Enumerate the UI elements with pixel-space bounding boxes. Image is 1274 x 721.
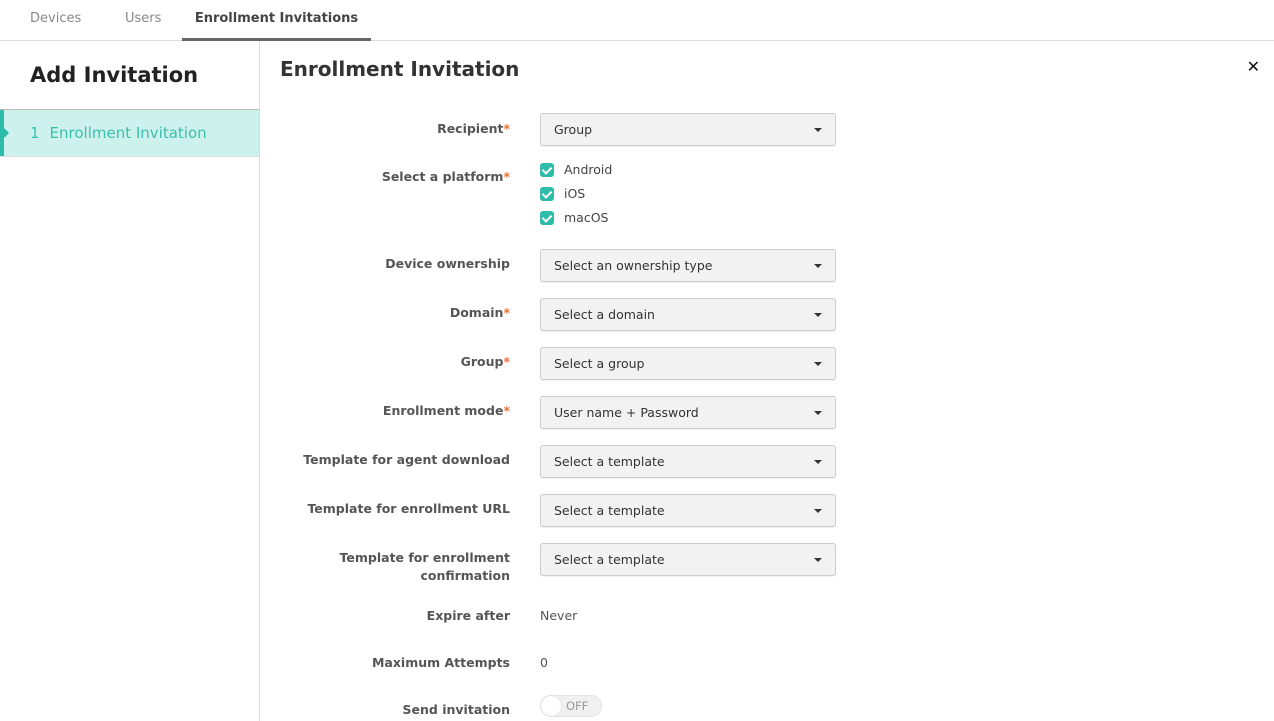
chevron-down-icon bbox=[814, 362, 822, 366]
close-icon[interactable]: ✕ bbox=[1247, 57, 1260, 76]
recipient-value: Group bbox=[554, 122, 593, 137]
domain-label: Domain* bbox=[449, 305, 510, 320]
chevron-down-icon bbox=[814, 313, 822, 317]
expire-after-value: Never bbox=[540, 608, 578, 623]
chevron-down-icon bbox=[814, 509, 822, 513]
tab-devices[interactable]: Devices bbox=[30, 0, 81, 41]
enrollment-mode-select[interactable]: User name + Password bbox=[540, 396, 836, 429]
enrollment-mode-label: Enrollment mode* bbox=[382, 403, 510, 418]
platform-checkbox-ios[interactable]: iOS bbox=[540, 184, 585, 204]
group-label: Group* bbox=[460, 354, 510, 369]
template-agent-download-value: Select a template bbox=[554, 454, 665, 469]
page-title: Enrollment Invitation bbox=[280, 57, 520, 81]
chevron-down-icon bbox=[814, 128, 822, 132]
template-enrollment-confirmation-select[interactable]: Select a template bbox=[540, 543, 836, 576]
enrollment-mode-value: User name + Password bbox=[554, 405, 699, 420]
send-invitation-label: Send invitation bbox=[402, 702, 510, 717]
chevron-down-icon bbox=[814, 460, 822, 464]
template-enrollment-url-label: Template for enrollment URL bbox=[307, 501, 510, 516]
recipient-select[interactable]: Group bbox=[540, 113, 836, 146]
toggle-knob bbox=[541, 696, 561, 716]
domain-select[interactable]: Select a domain bbox=[540, 298, 836, 331]
recipient-label: Recipient* bbox=[437, 121, 510, 136]
main-panel: Enrollment Invitation ✕ Recipient* Group… bbox=[260, 41, 1274, 721]
send-invitation-toggle[interactable]: OFF bbox=[540, 695, 602, 717]
tab-users[interactable]: Users bbox=[125, 0, 161, 41]
template-enrollment-url-value: Select a template bbox=[554, 503, 665, 518]
group-value: Select a group bbox=[554, 356, 645, 371]
template-agent-download-label: Template for agent download bbox=[303, 452, 510, 467]
platform-checkbox-android[interactable]: Android bbox=[540, 160, 612, 180]
sidebar-title: Add Invitation bbox=[30, 63, 199, 87]
template-agent-download-select[interactable]: Select a template bbox=[540, 445, 836, 478]
sidebar-step-enrollment-invitation[interactable]: 1 Enrollment Invitation bbox=[0, 109, 259, 157]
template-enrollment-confirmation-value: Select a template bbox=[554, 552, 665, 567]
tab-enrollment-invitations[interactable]: Enrollment Invitations bbox=[182, 0, 371, 41]
maximum-attempts-label: Maximum Attempts bbox=[371, 655, 510, 670]
device-ownership-select[interactable]: Select an ownership type bbox=[540, 249, 836, 282]
step-number: 1 bbox=[30, 124, 40, 142]
chevron-down-icon bbox=[814, 411, 822, 415]
group-select[interactable]: Select a group bbox=[540, 347, 836, 380]
platform-label: Select a platform* bbox=[381, 169, 510, 184]
sidebar: Add Invitation 1 Enrollment Invitation bbox=[0, 41, 260, 721]
top-navigation: Devices Users Enrollment Invitations bbox=[0, 0, 1274, 41]
template-enrollment-confirmation-label: Template for enrollment confirmation bbox=[339, 550, 510, 583]
checkbox-checked-icon[interactable] bbox=[540, 162, 554, 177]
maximum-attempts-value: 0 bbox=[540, 655, 548, 670]
template-enrollment-url-select[interactable]: Select a template bbox=[540, 494, 836, 527]
platform-checkbox-macos[interactable]: macOS bbox=[540, 208, 608, 228]
chevron-down-icon bbox=[814, 264, 822, 268]
device-ownership-value: Select an ownership type bbox=[554, 258, 713, 273]
chevron-down-icon bbox=[814, 558, 822, 562]
toggle-state: OFF bbox=[566, 699, 589, 713]
checkbox-checked-icon[interactable] bbox=[540, 186, 554, 201]
domain-value: Select a domain bbox=[554, 307, 655, 322]
checkbox-checked-icon[interactable] bbox=[540, 210, 554, 225]
device-ownership-label: Device ownership bbox=[385, 256, 510, 271]
expire-after-label: Expire after bbox=[426, 608, 510, 623]
step-label: Enrollment Invitation bbox=[49, 124, 207, 142]
